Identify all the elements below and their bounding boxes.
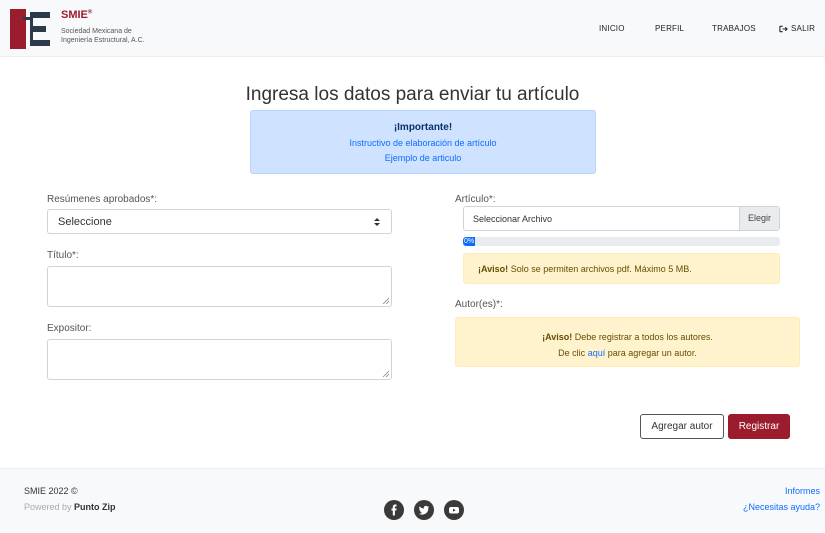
expositor-label: Expositor: [47, 323, 92, 334]
author-warning-strong: ¡Aviso! [542, 332, 573, 342]
nav-trabajos[interactable]: TRABAJOS [712, 24, 756, 33]
upload-progress-bar: 0% [463, 237, 780, 246]
instructions-link[interactable]: Instructivo de elaboración de artículo [251, 138, 595, 148]
powered-prefix: Powered by [24, 502, 72, 512]
author-warning-text: Debe registrar a todos los autores. [574, 332, 713, 342]
file-warning-alert: ¡Aviso! Solo se permiten archivos pdf. M… [463, 253, 780, 284]
titulo-textarea[interactable] [47, 266, 392, 307]
author-warning-line1: ¡Aviso! Debe registrar a todos los autor… [456, 329, 799, 345]
file-warning-text: Solo se permiten archivos pdf. Máximo 5 … [510, 264, 692, 274]
footer: SMIE 2022 © Powered by Punto Zip Informe… [0, 468, 825, 533]
titulo-label: Título*: [47, 250, 79, 261]
register-button[interactable]: Registrar [728, 414, 790, 439]
author-warning-alert: ¡Aviso! Debe registrar a todos los autor… [455, 317, 800, 367]
upload-progress-fill: 0% [463, 237, 475, 246]
nav-salir[interactable]: SALIR [779, 24, 815, 33]
nav-salir-label: SALIR [791, 24, 816, 33]
facebook-icon[interactable] [384, 500, 404, 520]
brand-subtitle-line2: Ingeniería Estructural, A.C. [61, 37, 145, 44]
add-author-link[interactable]: aquí [588, 348, 606, 358]
brand-subtitle-line1: Sociedad Mexicana de [61, 28, 132, 35]
help-link[interactable]: ¿Necesitas ayuda? [743, 502, 820, 512]
brand-name[interactable]: SMIE® [61, 9, 92, 21]
trademark-symbol: ® [87, 9, 93, 16]
author-warning-line2: De clic aquí para agregar un autor. [456, 345, 799, 361]
author-line2-pre: De clic [558, 348, 586, 358]
resumenes-select-value: Seleccione [58, 216, 112, 228]
twitter-icon[interactable] [414, 500, 434, 520]
articulo-label: Artículo*: [455, 194, 496, 205]
important-info-box: ¡Importante! Instructivo de elaboración … [250, 110, 596, 174]
youtube-icon[interactable] [444, 500, 464, 520]
resize-grip-icon[interactable] [382, 297, 389, 304]
autores-label: Autor(es)*: [455, 299, 503, 310]
important-heading: ¡Importante! [393, 122, 453, 133]
sign-out-icon [779, 25, 788, 32]
footer-copyright: SMIE 2022 © [24, 486, 78, 496]
author-line2-post: para agregar un autor. [607, 348, 697, 358]
choose-file-button[interactable]: Elegir [739, 207, 779, 230]
resumenes-label: Resúmenes aprobados*: [47, 194, 158, 205]
resumenes-select[interactable]: Seleccione [47, 209, 392, 234]
file-warning-strong: ¡Aviso! [478, 264, 509, 274]
nav-inicio[interactable]: INICIO [599, 24, 625, 33]
footer-powered-by: Powered by Punto Zip [24, 502, 116, 512]
smie-logo-icon[interactable] [10, 9, 50, 49]
file-input-placeholder: Seleccionar Archivo [473, 214, 553, 224]
add-author-button[interactable]: Agregar autor [640, 414, 724, 439]
navbar: SMIE® Sociedad Mexicana de Ingeniería Es… [0, 0, 825, 57]
reports-link[interactable]: Informes [785, 486, 820, 496]
example-article-link[interactable]: Ejemplo de articulo [251, 153, 595, 163]
expositor-textarea[interactable] [47, 339, 392, 380]
sort-caret-icon [374, 218, 380, 226]
powered-by-link[interactable]: Punto Zip [74, 502, 116, 512]
nav-perfil[interactable]: PERFIL [655, 24, 684, 33]
brand-subtitle: Sociedad Mexicana de Ingeniería Estructu… [61, 27, 181, 45]
resize-grip-icon[interactable] [382, 370, 389, 377]
page-title: Ingresa los datos para enviar tu artícul… [245, 84, 580, 105]
article-file-input[interactable]: Seleccionar Archivo Elegir [463, 206, 780, 231]
